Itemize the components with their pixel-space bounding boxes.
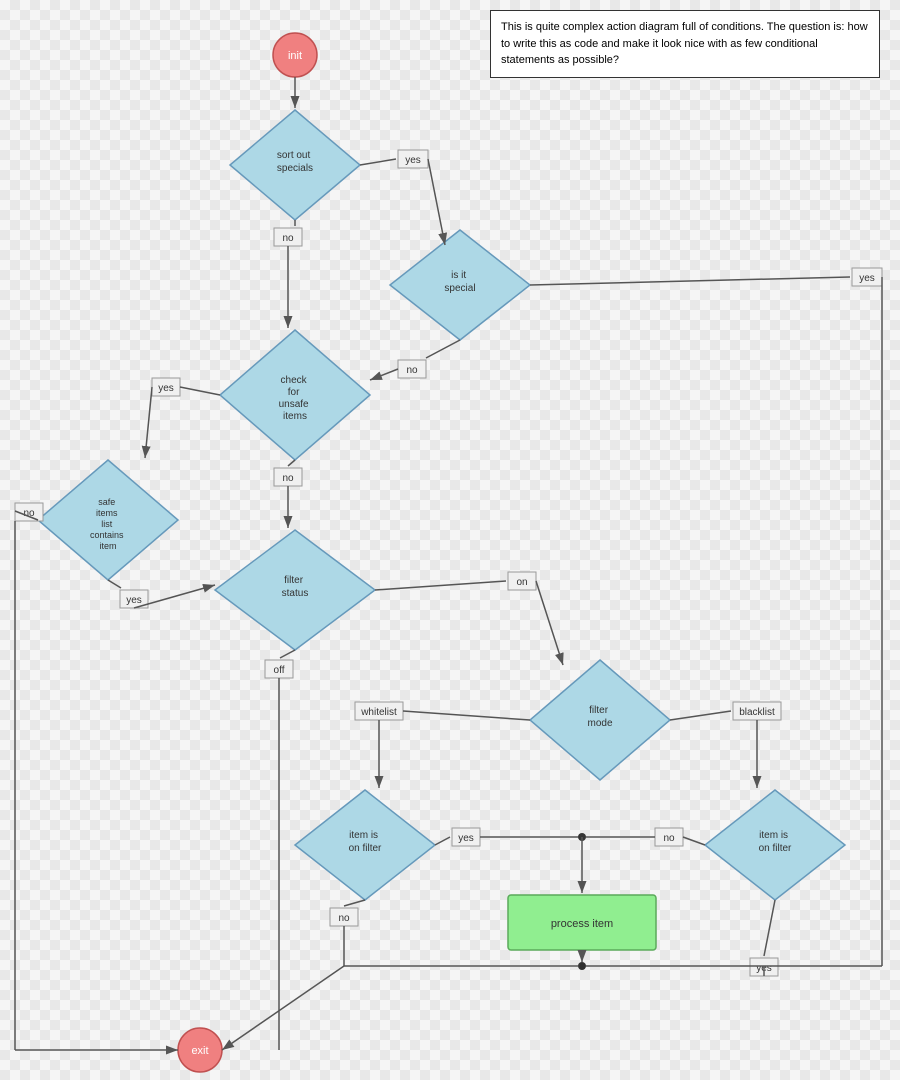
line-leftfilter-yes (435, 837, 450, 845)
blacklist-text: blacklist (739, 707, 775, 718)
line-safe-yes (108, 580, 121, 588)
no-text-unsafe2: no (282, 473, 294, 484)
process-item-label: process item (551, 918, 613, 930)
note-text: This is quite complex action diagram ful… (501, 21, 868, 66)
yes-text-unsafe: yes (158, 383, 174, 394)
yes-text-safe: yes (126, 595, 142, 606)
line-sort-yes (360, 159, 396, 165)
arrow-on-filtermode (536, 581, 563, 665)
line-mode-blacklist (670, 711, 731, 720)
check-unsafe-label: check for unsafe items (279, 375, 312, 422)
line-mode-whitelist (403, 711, 530, 720)
arrow-bottom-exit (222, 966, 344, 1050)
line-unsafe-no (288, 460, 295, 466)
on-text: on (516, 577, 527, 588)
line-isspecial-no (426, 340, 460, 358)
yes-text-special: yes (859, 273, 875, 284)
note-box: This is quite complex action diagram ful… (490, 10, 880, 78)
diagram-svg: init sort out specials yes is it special… (0, 0, 900, 1080)
no-text-isspecial: no (406, 365, 418, 376)
yes-text-left-filter: yes (458, 833, 474, 844)
line-leftfilter-no (344, 900, 365, 906)
junction-dot-bottom (578, 962, 586, 970)
no-text-left-filter: no (338, 913, 350, 924)
arrow-yes-isspecial (428, 159, 445, 245)
no-text-right-filter: no (663, 833, 675, 844)
exit-label: exit (191, 1045, 208, 1057)
line-unsafe-yes (180, 387, 220, 395)
line-rightfilter-no (683, 837, 705, 845)
yes-text-sort: yes (405, 155, 421, 166)
diagram-container: This is quite complex action diagram ful… (0, 0, 900, 1080)
line-isspecial-yes (530, 277, 850, 285)
line-rightfilter-yes (764, 900, 775, 956)
no-text-sort: no (282, 233, 294, 244)
arrow-yes-safeitems (145, 387, 152, 458)
off-text: off (274, 665, 285, 676)
line-filter-on (375, 581, 506, 590)
arrow-no-checkunsafe2 (370, 369, 398, 380)
init-label: init (288, 50, 302, 62)
whitelist-text: whitelist (360, 707, 397, 718)
line-filter-off (280, 650, 295, 658)
